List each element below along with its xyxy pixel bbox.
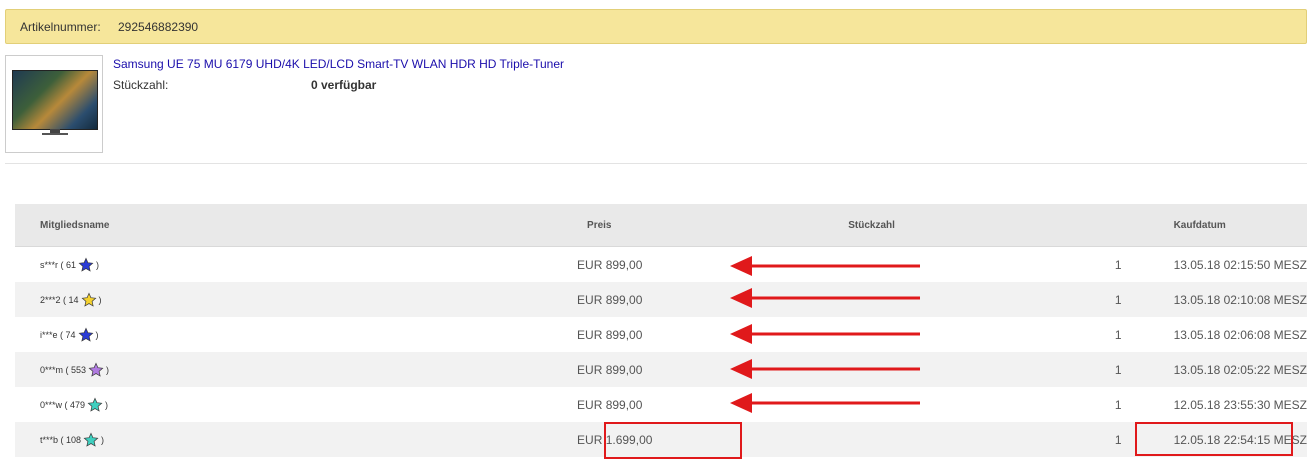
member-info[interactable]: i***e ( 74)	[40, 327, 99, 343]
product-title-link[interactable]: Samsung UE 75 MU 6179 UHD/4K LED/LCD Sma…	[113, 57, 564, 71]
feedback-star-icon[interactable]	[81, 292, 97, 308]
price-value: EUR 1.699,00	[577, 432, 653, 447]
date-cell: 12.05.18 22:54:15 MESZ	[1133, 422, 1307, 457]
member-cell: 0***w ( 479)	[15, 387, 379, 422]
price-cell: EUR 899,00	[379, 247, 848, 283]
date-cell: 13.05.18 02:10:08 MESZ	[1133, 282, 1307, 317]
date-cell: 13.05.18 02:06:08 MESZ	[1134, 317, 1307, 352]
member-close: )	[96, 259, 100, 270]
article-number-value: 292546882390	[118, 20, 199, 34]
purchase-date: 13.05.18 02:15:50 MESZ	[1173, 257, 1307, 272]
quantity-label: Stückzahl:	[113, 78, 169, 92]
tv-image	[12, 70, 98, 130]
member-info[interactable]: 0***w ( 479)	[40, 397, 108, 413]
table-row: i***e ( 74) EUR 899,00 1 13.05.18 02:06:08 …	[15, 317, 1307, 352]
price-value: EUR 899,00	[577, 257, 643, 272]
date-cell: 13.05.18 02:05:22 MESZ	[1133, 352, 1307, 387]
table-row: 2***2 ( 14) EUR 899,00 1 13.05.18 02:10:08 …	[15, 282, 1307, 317]
price-value: EUR 899,00	[577, 362, 643, 377]
member-close: )	[105, 399, 109, 410]
tv-foot	[42, 133, 68, 135]
price-cell: EUR 899,00	[379, 387, 848, 422]
quantity-value: 1	[1114, 397, 1122, 412]
purchase-date: 12.05.18 22:54:15 MESZ	[1173, 432, 1307, 447]
quantity-value: 0 verfügbar	[311, 78, 377, 92]
quantity-cell: 1	[848, 247, 1133, 283]
member-name[interactable]: 2***2 ( 14	[40, 295, 79, 305]
feedback-star-icon[interactable]	[87, 397, 103, 413]
quantity-value: 1	[1114, 362, 1122, 377]
price-value: EUR 899,00	[577, 292, 643, 307]
quantity-cell: 1	[848, 422, 1134, 457]
member-cell: 0***m ( 553)	[15, 352, 380, 387]
price-cell: EUR 899,00	[379, 317, 848, 352]
quantity-value: 1	[1114, 257, 1122, 272]
member-name[interactable]: t***b ( 108	[40, 435, 81, 445]
header-member[interactable]: Mitgliedsname	[15, 204, 380, 247]
quantity-cell: 1	[848, 352, 1134, 387]
purchase-date: 13.05.18 02:10:08 MESZ	[1173, 292, 1307, 307]
member-cell: s***r ( 61)	[15, 247, 379, 283]
table-row: s***r ( 61) EUR 899,00 1 13.05.18 02:15:50 …	[15, 247, 1307, 283]
member-info[interactable]: t***b ( 108)	[40, 432, 104, 448]
table-header-row: Mitgliedsname Preis Stückzahl Kaufdatum	[15, 204, 1307, 247]
member-info[interactable]: 2***2 ( 14)	[40, 292, 102, 308]
member-close: )	[101, 434, 105, 445]
date-cell: 12.05.18 23:55:30 MESZ	[1134, 387, 1307, 422]
feedback-star-icon[interactable]	[83, 432, 99, 448]
product-thumbnail[interactable]	[5, 55, 103, 153]
table-row: 0***w ( 479) EUR 899,00 1 12.05.18 23:55:30…	[15, 387, 1307, 422]
member-close: )	[98, 294, 102, 305]
member-info[interactable]: 0***m ( 553)	[40, 362, 109, 378]
header-price[interactable]: Preis	[379, 204, 849, 247]
table-row: 0***m ( 553) EUR 899,00 1 13.05.18 02:05:22…	[15, 352, 1307, 387]
member-cell: t***b ( 108)	[15, 422, 380, 457]
header-date[interactable]: Kaufdatum	[1133, 204, 1307, 247]
feedback-star-icon[interactable]	[78, 327, 94, 343]
purchase-date: 13.05.18 02:05:22 MESZ	[1173, 362, 1307, 377]
member-close: )	[106, 364, 110, 375]
member-name[interactable]: s***r ( 61	[40, 260, 76, 270]
price-cell: EUR 899,00	[379, 282, 849, 317]
header-quantity[interactable]: Stückzahl	[848, 204, 1134, 247]
purchase-date: 13.05.18 02:06:08 MESZ	[1173, 327, 1307, 342]
member-name[interactable]: 0***w ( 479	[40, 400, 85, 410]
price-cell: EUR 899,00	[379, 352, 849, 387]
feedback-star-icon[interactable]	[78, 257, 94, 273]
section-divider	[5, 163, 1307, 164]
article-number-bar: Artikelnummer: 292546882390	[5, 9, 1307, 44]
quantity-cell: 1	[848, 317, 1133, 352]
quantity-cell: 1	[848, 387, 1133, 422]
table-row: t***b ( 108) EUR 1.699,00 1 12.05.18 22:54:…	[15, 422, 1307, 457]
purchase-date: 12.05.18 23:55:30 MESZ	[1173, 397, 1307, 412]
quantity-value: 1	[1114, 327, 1122, 342]
member-name[interactable]: 0***m ( 553	[40, 365, 86, 375]
price-value: EUR 899,00	[577, 397, 643, 412]
member-cell: i***e ( 74)	[15, 317, 379, 352]
price-cell: EUR 1.699,00	[379, 422, 849, 457]
date-cell: 13.05.18 02:15:50 MESZ	[1134, 247, 1307, 283]
quantity-value: 1	[1114, 432, 1122, 447]
feedback-star-icon[interactable]	[88, 362, 104, 378]
article-number-label: Artikelnummer:	[20, 20, 101, 34]
member-name[interactable]: i***e ( 74	[40, 330, 76, 340]
member-cell: 2***2 ( 14)	[15, 282, 380, 317]
quantity-cell: 1	[848, 282, 1134, 317]
member-close: )	[95, 329, 99, 340]
member-info[interactable]: s***r ( 61)	[40, 257, 99, 273]
price-value: EUR 899,00	[577, 327, 643, 342]
quantity-value: 1	[1114, 292, 1122, 307]
purchase-history-table: Mitgliedsname Preis Stückzahl Kaufdatum …	[15, 204, 1307, 457]
